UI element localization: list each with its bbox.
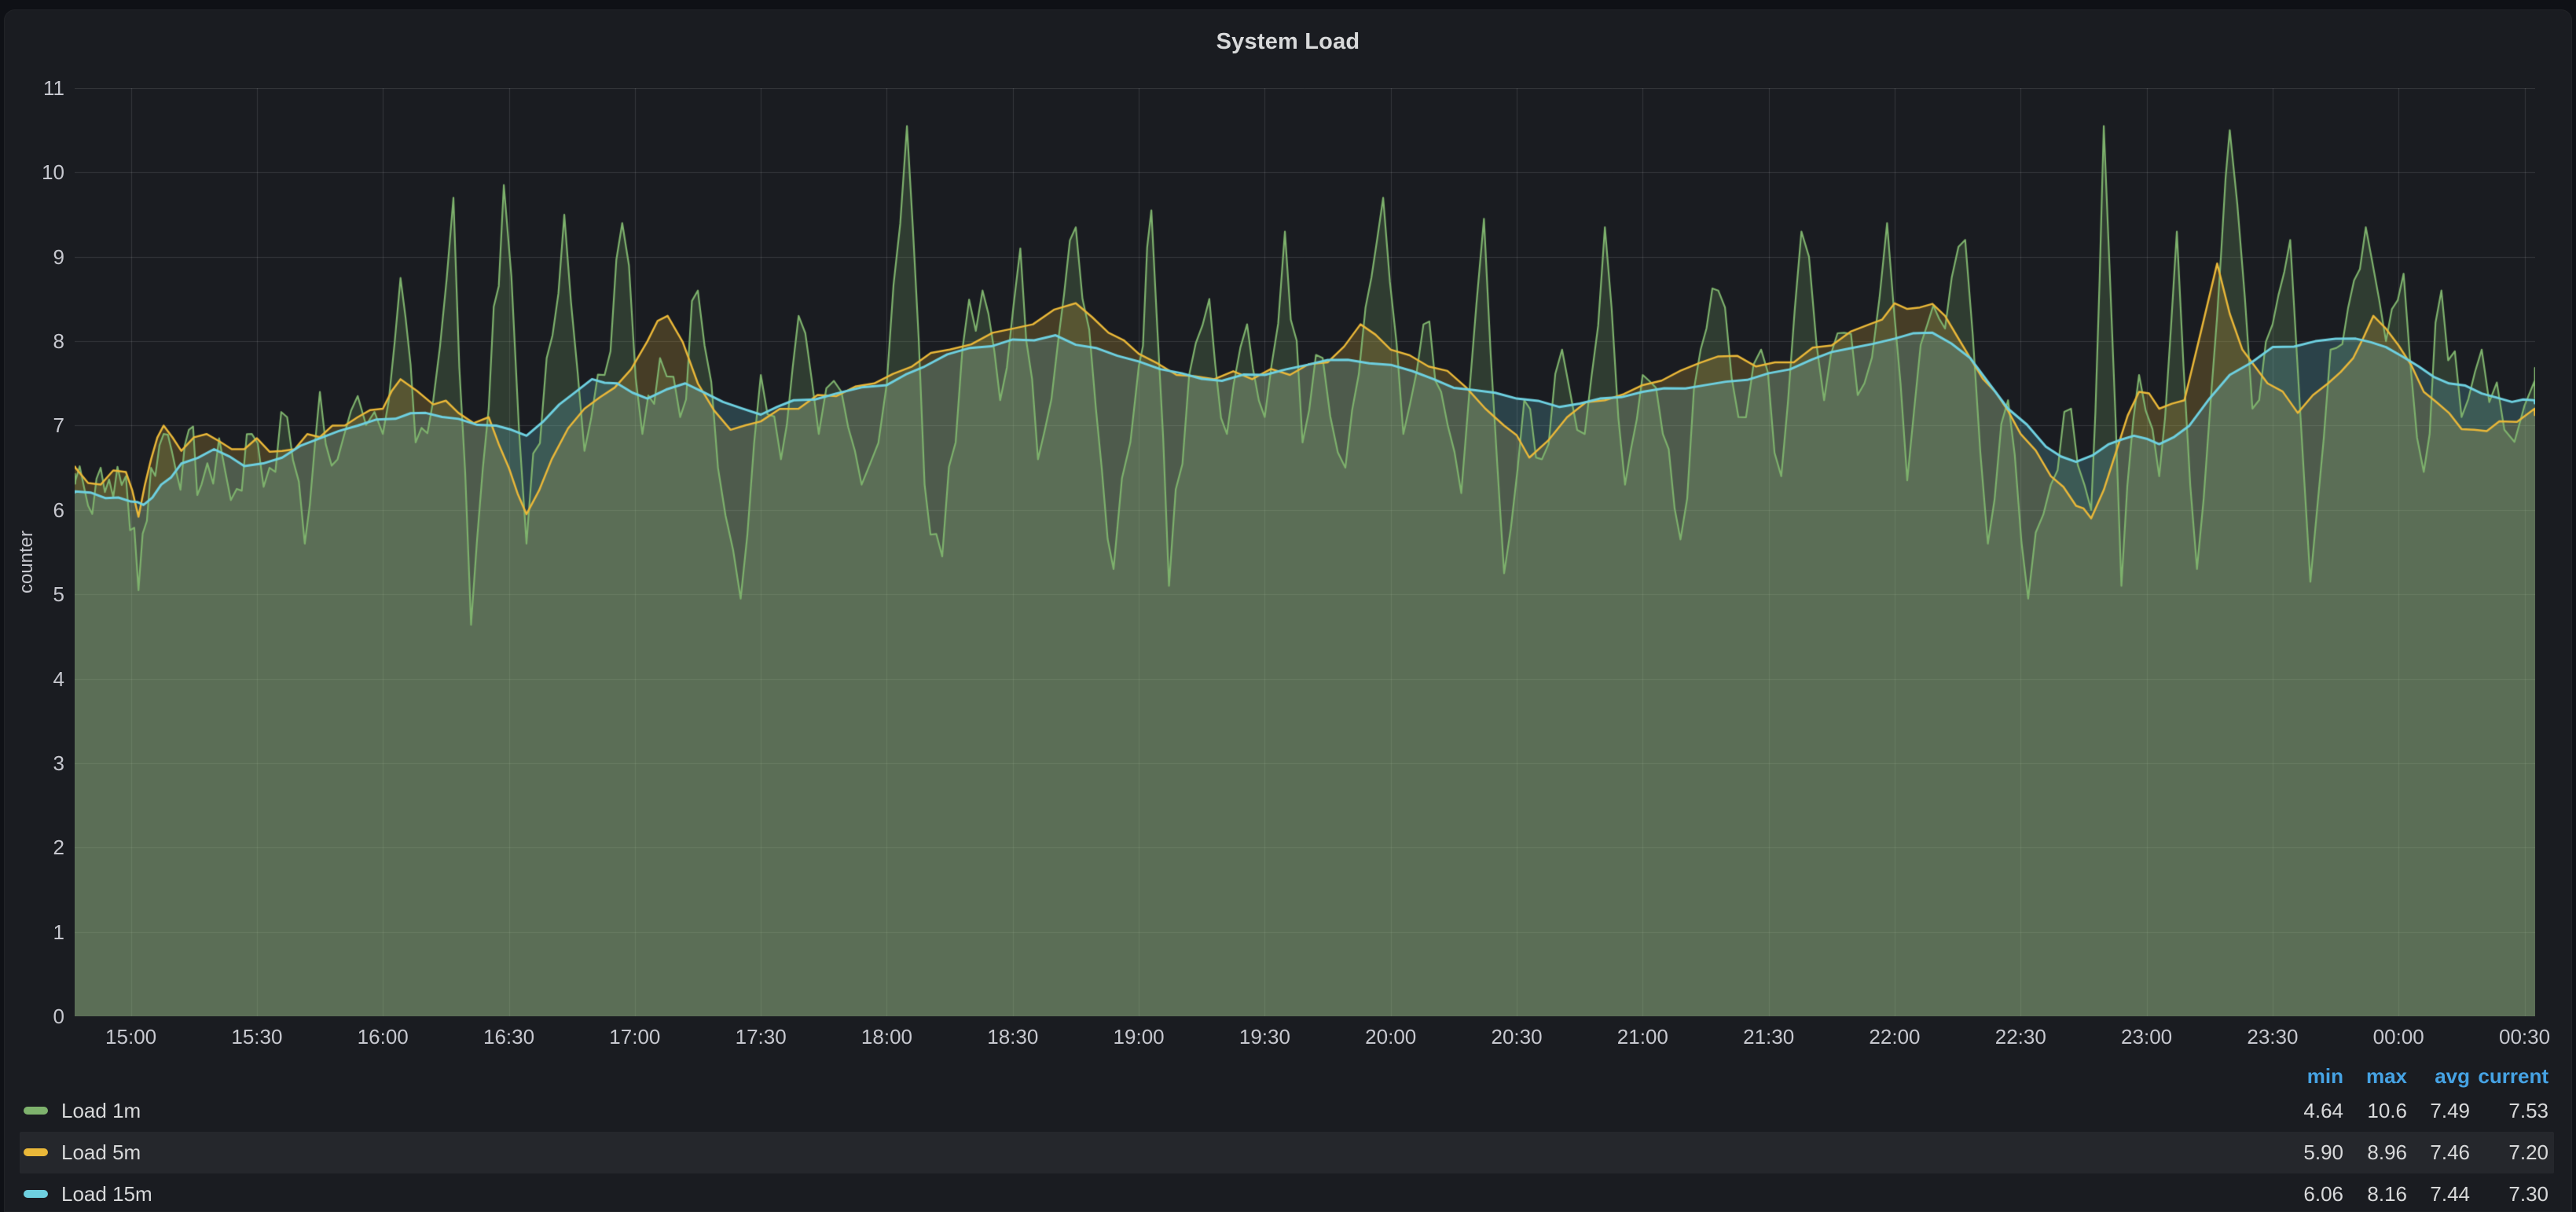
x-tick-label: 15:00 <box>76 1024 186 1049</box>
y-tick-label: 3 <box>9 751 64 776</box>
x-tick-label: 22:00 <box>1840 1024 1950 1049</box>
x-tick-label: 20:30 <box>1462 1024 1572 1049</box>
series-label[interactable]: Load 1m <box>61 1097 141 1124</box>
stat-max: 8.16 <box>2343 1181 2407 1207</box>
legend-series-toggle[interactable]: Load 15m <box>24 1181 152 1207</box>
stat-current: 7.20 <box>2470 1139 2548 1166</box>
panel-title[interactable]: System Load <box>5 29 2571 55</box>
y-tick-label: 10 <box>9 160 64 185</box>
y-tick-label: 5 <box>9 582 64 607</box>
legend-header-row: minmaxavgcurrent <box>0 1063 2576 1089</box>
series-label[interactable]: Load 15m <box>61 1181 152 1207</box>
x-tick-label: 19:30 <box>1209 1024 1319 1049</box>
legend-header-avg[interactable]: avg <box>2407 1063 2470 1089</box>
series-color-swatch-icon[interactable] <box>24 1107 48 1115</box>
y-tick-label: 4 <box>9 667 64 692</box>
y-tick-label: 11 <box>9 75 64 101</box>
x-tick-label: 22:30 <box>1965 1024 2075 1049</box>
x-tick-label: 17:00 <box>580 1024 690 1049</box>
stat-avg: 7.49 <box>2407 1097 2470 1124</box>
series-color-swatch-icon[interactable] <box>24 1190 48 1198</box>
y-tick-label: 2 <box>9 835 64 860</box>
legend-row: Load 15m 6.068.167.447.30 <box>0 1181 2576 1207</box>
x-tick-label: 00:30 <box>2470 1024 2576 1049</box>
legend-series-toggle[interactable]: Load 1m <box>24 1097 141 1124</box>
stat-current: 7.53 <box>2470 1097 2548 1124</box>
legend-series-toggle[interactable]: Load 5m <box>24 1139 141 1166</box>
stat-min: 5.90 <box>2257 1139 2343 1166</box>
x-tick-label: 21:00 <box>1587 1024 1697 1049</box>
stat-min: 6.06 <box>2257 1181 2343 1207</box>
x-tick-label: 21:30 <box>1714 1024 1824 1049</box>
x-tick-label: 23:30 <box>2218 1024 2328 1049</box>
y-tick-label: 7 <box>9 413 64 438</box>
x-tick-label: 20:00 <box>1336 1024 1446 1049</box>
stat-avg: 7.44 <box>2407 1181 2470 1207</box>
legend-row: Load 5m 5.908.967.467.20 <box>0 1139 2576 1166</box>
legend: minmaxavgcurrent Load 1m 4.6410.67.497.53… <box>0 1053 2576 1212</box>
x-tick-label: 18:30 <box>958 1024 1068 1049</box>
x-tick-label: 16:00 <box>328 1024 438 1049</box>
legend-row: Load 1m 4.6410.67.497.53 <box>0 1097 2576 1124</box>
stat-max: 10.6 <box>2343 1097 2407 1124</box>
x-tick-label: 15:30 <box>202 1024 312 1049</box>
x-tick-label: 16:30 <box>454 1024 564 1049</box>
stat-current: 7.30 <box>2470 1181 2548 1207</box>
y-tick-label: 1 <box>9 920 64 945</box>
chart-plot-area[interactable] <box>75 88 2535 1016</box>
legend-header-current[interactable]: current <box>2470 1063 2548 1089</box>
stat-max: 8.96 <box>2343 1139 2407 1166</box>
legend-header-min[interactable]: min <box>2257 1063 2343 1089</box>
x-tick-label: 23:00 <box>2092 1024 2202 1049</box>
stat-min: 4.64 <box>2257 1097 2343 1124</box>
x-tick-label: 19:00 <box>1084 1024 1194 1049</box>
x-tick-label: 00:00 <box>2343 1024 2453 1049</box>
stat-avg: 7.46 <box>2407 1139 2470 1166</box>
legend-header-max[interactable]: max <box>2343 1063 2407 1089</box>
y-tick-label: 9 <box>9 244 64 270</box>
x-tick-label: 18:00 <box>831 1024 941 1049</box>
series-color-swatch-icon[interactable] <box>24 1148 48 1156</box>
y-tick-label: 6 <box>9 498 64 523</box>
y-tick-label: 0 <box>9 1004 64 1029</box>
series-label[interactable]: Load 5m <box>61 1139 141 1166</box>
y-tick-label: 8 <box>9 329 64 354</box>
x-tick-label: 17:30 <box>706 1024 816 1049</box>
